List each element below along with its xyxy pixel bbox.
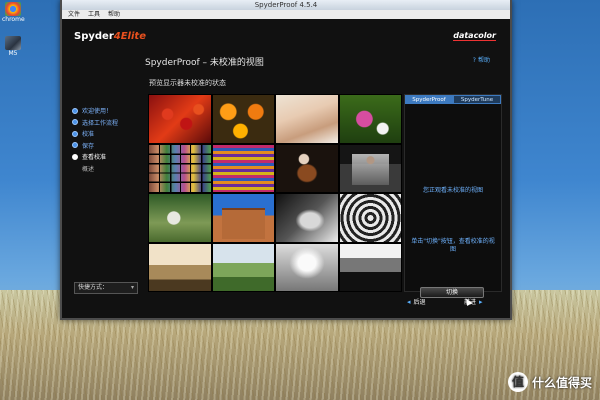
preview-image-color-checker[interactable]: [149, 144, 211, 192]
window-titlebar[interactable]: SpyderProof 4.5.4: [62, 0, 510, 10]
menu-bar: 文件 工具 帮助: [62, 10, 510, 19]
chrome-icon: [5, 2, 21, 16]
app-content: Spyder4Elite datacolor ? 帮助 SpyderProof –…: [62, 19, 510, 318]
step-label: 保存: [82, 142, 95, 150]
preview-image-sculpture[interactable]: [276, 243, 338, 291]
page-subtitle: 预览显示器未校准的状态: [149, 79, 226, 87]
app-logo: Spyder4Elite: [74, 31, 146, 42]
step-dot-icon: [72, 119, 78, 126]
preview-image-girl-flowers[interactable]: [339, 95, 401, 143]
shortcut-label: 快捷方式：: [78, 284, 109, 291]
step-dot-icon: [72, 130, 78, 137]
preview-image-violin[interactable]: [276, 144, 338, 192]
step-label: 概述: [82, 165, 95, 173]
desktop-icon-chrome[interactable]: chrome: [2, 2, 25, 23]
panel-tabs: SpyderProof SpyderTune: [405, 95, 501, 104]
user-folder-icon: [5, 36, 21, 50]
step-label: 校准: [82, 131, 95, 139]
workflow-steps: 欢迎使用！ 选择工作流程 校准 保存 查看校准 概述: [72, 105, 118, 174]
step-dot-icon: [72, 142, 78, 149]
shortcut-dropdown[interactable]: 快捷方式： ▾: [74, 282, 138, 294]
step-dot-icon: [72, 153, 78, 160]
back-label: 后退: [413, 299, 426, 306]
preview-image-fabrics[interactable]: [212, 144, 274, 192]
desktop-icon-label: M5: [8, 50, 18, 57]
preview-image-desert[interactable]: [149, 243, 211, 291]
menu-tools[interactable]: 工具: [88, 10, 100, 19]
tab-spydertune[interactable]: SpyderTune: [453, 95, 501, 104]
proof-panel: SpyderProof SpyderTune 您正观看未校准的视图 单击"切换"…: [404, 94, 502, 307]
preview-image-bride[interactable]: [339, 144, 401, 192]
help-link[interactable]: ? 帮助: [471, 55, 490, 64]
logo-suffix: 4Elite: [113, 31, 146, 42]
step-workflow[interactable]: 选择工作流程: [72, 117, 118, 129]
panel-message-instruction: 单击"切换"按钮，查看校准的视图: [411, 238, 495, 253]
arrow-right-icon: ▸: [479, 297, 483, 306]
brand-logo: datacolor: [453, 31, 496, 41]
arrow-left-icon: ◂: [407, 297, 411, 306]
preview-image-pumpkins[interactable]: [212, 95, 274, 143]
tab-spyderproof[interactable]: SpyderProof: [405, 95, 453, 104]
step-label: 查看校准: [82, 154, 107, 162]
menu-help[interactable]: 帮助: [108, 10, 120, 19]
watermark-text: 什么值得买: [531, 375, 592, 390]
help-label: 帮助: [477, 57, 490, 64]
preview-image-bw-portrait[interactable]: [276, 194, 338, 242]
preview-image-garden[interactable]: [149, 194, 211, 242]
menu-file[interactable]: 文件: [68, 10, 80, 19]
step-label: 欢迎使用！: [82, 108, 113, 116]
step-overview[interactable]: 概述: [72, 163, 118, 175]
site-watermark: 值 什么值得买: [507, 372, 592, 392]
panel-message-uncalibrated: 您正观看未校准的视图: [422, 187, 483, 194]
chevron-down-icon: ▾: [130, 284, 134, 291]
preview-image-landscape[interactable]: [212, 243, 274, 291]
help-icon: ?: [472, 57, 476, 64]
logo-text: Spyder: [74, 31, 114, 42]
page-title: SpyderProof – 未校准的视图: [145, 58, 264, 68]
desktop-icon-user[interactable]: M5: [2, 36, 24, 57]
step-dot-icon: [72, 107, 78, 114]
next-label: 前进: [464, 299, 477, 306]
step-label: 选择工作流程: [82, 119, 119, 127]
preview-image-adobe-church[interactable]: [212, 194, 274, 242]
preview-image-spiral-stairs[interactable]: [339, 194, 401, 242]
preview-image-portrait-woman[interactable]: [276, 95, 338, 143]
preview-image-peppers[interactable]: [149, 95, 211, 143]
app-window: SpyderProof 4.5.4 文件 工具 帮助 Spyder4Elite …: [60, 0, 512, 320]
step-save[interactable]: 保存: [72, 140, 118, 152]
back-button[interactable]: ◂ 后退: [407, 297, 426, 307]
desktop-icon-label: chrome: [2, 16, 25, 23]
step-view-calibration[interactable]: 查看校准: [72, 151, 118, 163]
next-button[interactable]: 前进 ▸: [464, 297, 483, 307]
preview-image-grid: [148, 94, 402, 292]
step-calibrate[interactable]: 校准: [72, 128, 118, 140]
watermark-logo-icon: 值: [507, 372, 528, 392]
preview-image-room[interactable]: [339, 243, 401, 291]
step-welcome[interactable]: 欢迎使用！: [72, 105, 118, 117]
